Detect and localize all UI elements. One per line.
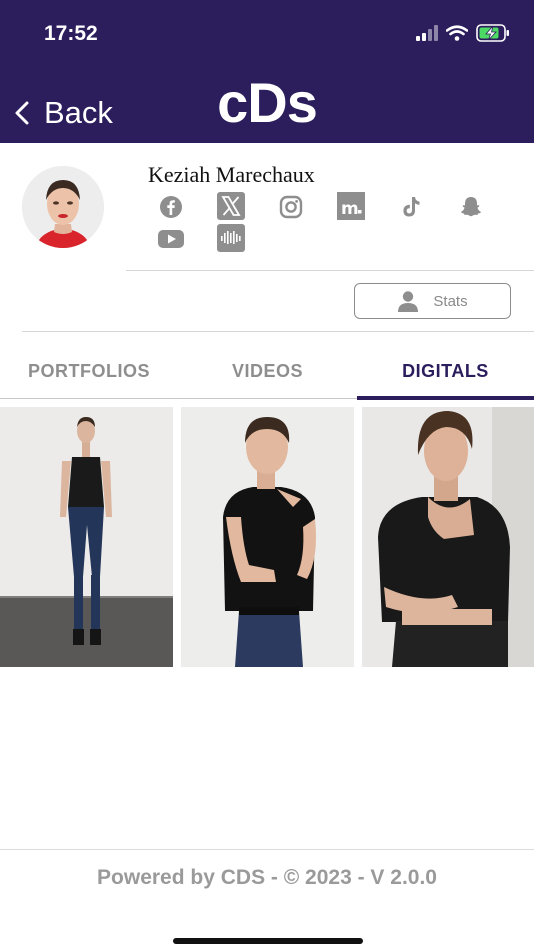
tiktok-icon[interactable]: [397, 193, 425, 221]
soundcloud-icon[interactable]: [217, 224, 245, 252]
svg-text:m: m: [341, 199, 359, 219]
snapchat-icon[interactable]: [457, 193, 485, 221]
instagram-icon[interactable]: [277, 193, 305, 221]
stats-label: Stats: [433, 292, 468, 310]
tab-digitals[interactable]: DIGITALS: [357, 348, 534, 400]
battery-charging-icon: [476, 24, 509, 42]
digital-photo-half-length[interactable]: [181, 407, 354, 667]
youtube-icon[interactable]: [157, 225, 185, 253]
divider: [22, 331, 534, 332]
digital-photo-full-length[interactable]: [0, 407, 173, 667]
status-time: 17:52: [44, 22, 98, 45]
active-tab-indicator: [357, 396, 534, 400]
tab-bar: PORTFOLIOS VIDEOS DIGITALS: [0, 348, 534, 400]
signal-icon: [416, 25, 438, 41]
digital-photo-close-up[interactable]: [362, 407, 534, 667]
avatar: [22, 166, 104, 248]
footer-divider: [0, 849, 534, 850]
profile-name: Keziah Marechaux: [148, 162, 315, 187]
home-indicator: [173, 938, 363, 944]
x-twitter-icon[interactable]: [217, 192, 245, 220]
stats-button[interactable]: Stats: [354, 283, 511, 319]
tab-portfolios[interactable]: PORTFOLIOS: [0, 348, 178, 400]
facebook-icon[interactable]: [157, 193, 185, 221]
models-com-icon[interactable]: m: [337, 192, 365, 220]
divider: [126, 270, 534, 271]
footer-text: Powered by CDS - © 2023 - V 2.0.0: [97, 866, 437, 889]
app-header: 17:52 Back cDs: [0, 0, 534, 143]
wifi-icon: [446, 25, 468, 41]
tab-videos[interactable]: VIDEOS: [178, 348, 357, 400]
status-icons: [416, 24, 510, 42]
person-icon: [398, 291, 419, 312]
brand-logo: cDs: [217, 71, 318, 134]
